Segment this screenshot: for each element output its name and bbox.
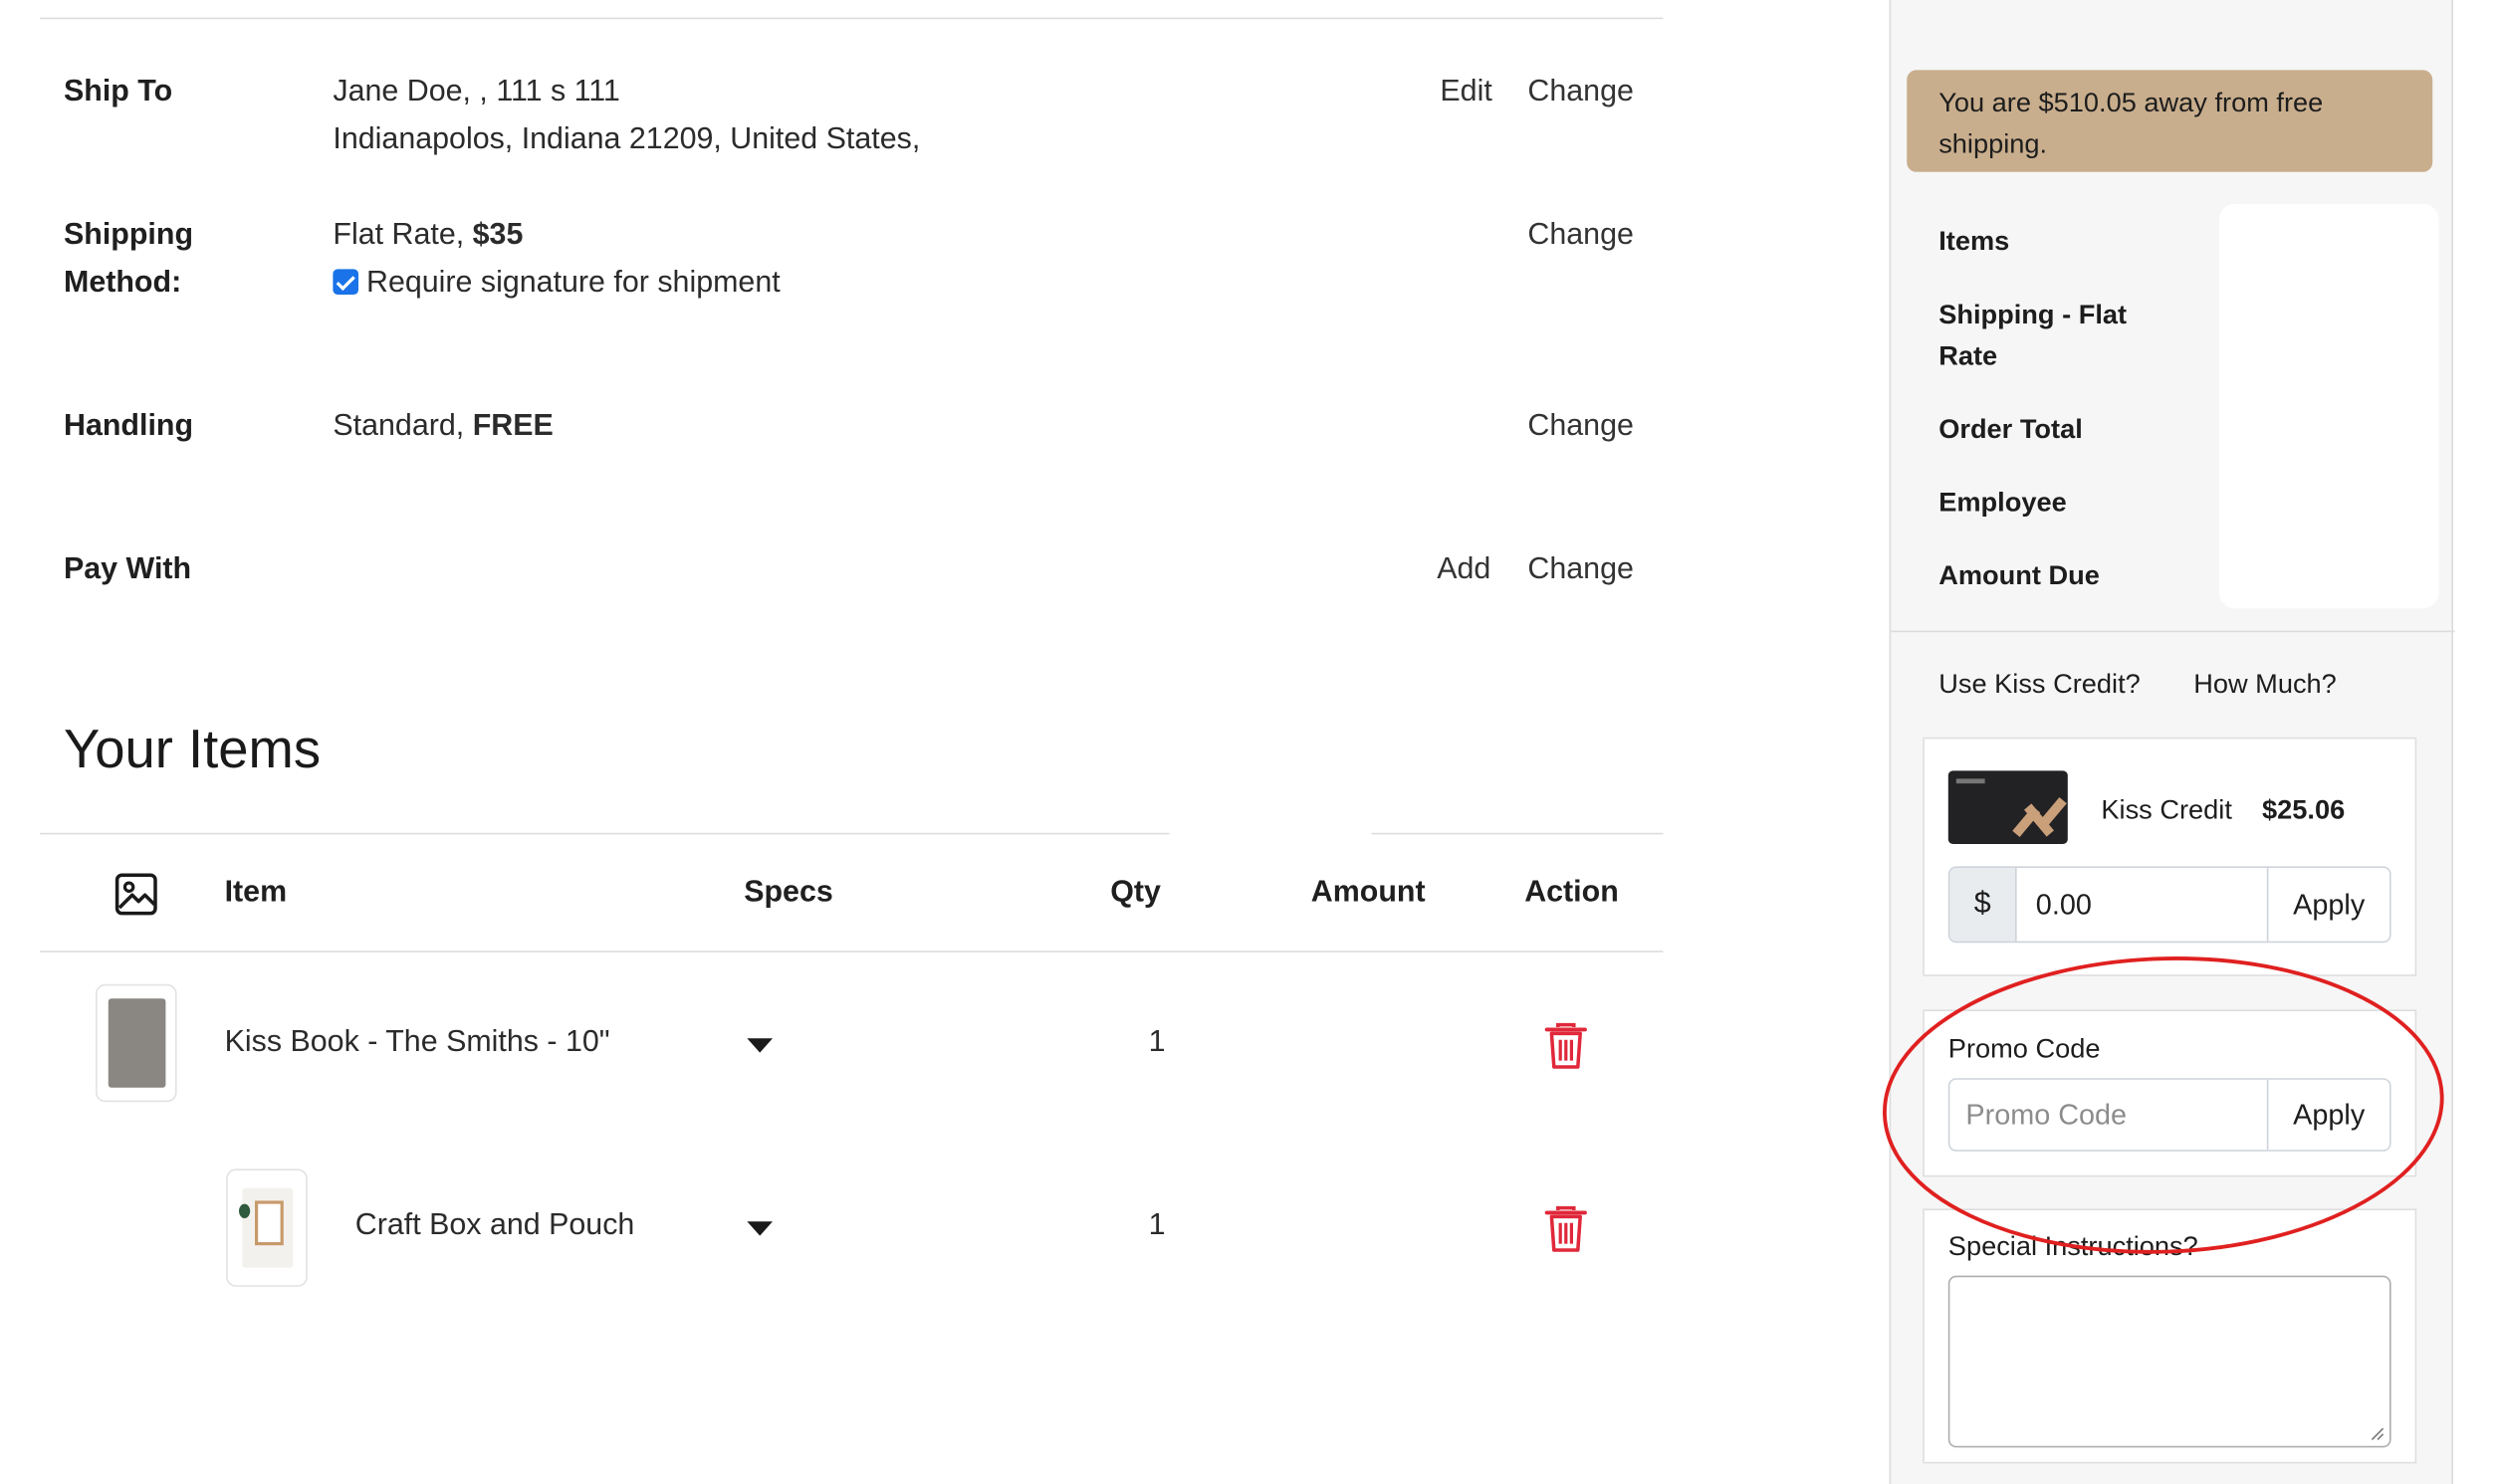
trash-icon[interactable] bbox=[1543, 1204, 1588, 1254]
item-name: Craft Box and Pouch bbox=[354, 1208, 635, 1242]
apply-credit-button[interactable]: Apply bbox=[2266, 868, 2389, 942]
shipping-method-price: $35 bbox=[472, 218, 524, 252]
item-qty: 1 bbox=[1148, 1025, 1166, 1059]
item-qty: 1 bbox=[1148, 1208, 1166, 1242]
change-payment-link[interactable]: Change bbox=[1527, 546, 1634, 594]
column-header-qty: Qty bbox=[1110, 876, 1161, 910]
free-shipping-banner: You are $510.05 away from free shipping. bbox=[1907, 70, 2433, 172]
summary-shipping-label-2: Rate bbox=[1938, 340, 1998, 371]
ship-to-line1: Jane Doe, , 111 s 111 bbox=[333, 75, 620, 108]
change-handling-link[interactable]: Change bbox=[1527, 403, 1634, 451]
shipping-method-name: Flat Rate, bbox=[333, 218, 465, 252]
change-shipping-method-link[interactable]: Change bbox=[1527, 212, 1634, 260]
item-name: Kiss Book - The Smiths - 10" bbox=[224, 1025, 610, 1059]
resize-handle-icon[interactable] bbox=[2369, 1425, 2385, 1441]
image-column-icon bbox=[114, 873, 157, 916]
shipping-method-value: Flat Rate, $35 bbox=[333, 212, 523, 260]
promo-code-input[interactable]: Promo Code bbox=[1965, 1080, 2127, 1150]
special-instructions-textarea[interactable] bbox=[1947, 1275, 2391, 1448]
special-instructions-label: Special Instructions? bbox=[1947, 1230, 2198, 1262]
item-thumbnail bbox=[96, 983, 177, 1103]
credit-card-image bbox=[1947, 770, 2068, 844]
specs-dropdown-caret[interactable] bbox=[747, 1221, 773, 1236]
checkout-page: Ship To Jane Doe, , 111 s 111 Indianapol… bbox=[0, 0, 2461, 1484]
specs-dropdown-caret[interactable] bbox=[747, 1038, 773, 1053]
summary-shipping-label-1: Shipping - Flat bbox=[1938, 299, 2128, 330]
shipping-method-label-2: Method: bbox=[64, 266, 182, 300]
handling-value: Standard, FREE bbox=[333, 403, 553, 451]
column-header-amount: Amount bbox=[1310, 876, 1426, 910]
summary-values-panel bbox=[2218, 203, 2439, 609]
ship-to-label: Ship To bbox=[64, 75, 173, 108]
handling-name: Standard, bbox=[333, 409, 465, 443]
currency-addon: $ bbox=[1949, 868, 2017, 942]
promo-code-group: Promo Code Apply bbox=[1947, 1078, 2391, 1152]
signature-checkbox[interactable] bbox=[333, 269, 358, 295]
column-header-specs: Specs bbox=[744, 876, 833, 910]
book-image bbox=[108, 998, 166, 1088]
edit-ship-to-link[interactable]: Edit bbox=[1440, 69, 1491, 116]
table-body-divider bbox=[40, 951, 1664, 953]
item-thumbnail bbox=[226, 1168, 308, 1287]
summary-items-label: Items bbox=[1938, 226, 2010, 257]
how-much-label: How Much? bbox=[2193, 669, 2337, 700]
table-header-divider-right bbox=[1371, 832, 1664, 835]
column-header-action: Action bbox=[1524, 876, 1619, 910]
ship-to-line2: Indianapolos, Indiana 21209, United Stat… bbox=[333, 122, 921, 156]
summary-amount-due-label: Amount Due bbox=[1938, 560, 2100, 591]
use-kiss-credit-label: Use Kiss Credit? bbox=[1938, 669, 2141, 700]
sidebar-divider bbox=[1891, 630, 2455, 633]
column-header-item: Item bbox=[224, 876, 288, 910]
promo-code-label: Promo Code bbox=[1947, 1033, 2101, 1064]
handling-label: Handling bbox=[64, 409, 194, 443]
your-items-heading: Your Items bbox=[64, 720, 322, 780]
summary-order-total-label: Order Total bbox=[1938, 414, 2083, 445]
craft-box-image bbox=[239, 1187, 294, 1268]
signature-label: Require signature for shipment bbox=[366, 266, 781, 300]
kiss-credit-balance: $25.06 bbox=[2262, 794, 2346, 825]
add-payment-link[interactable]: Add bbox=[1437, 546, 1490, 594]
kiss-credit-label: Kiss Credit bbox=[2101, 794, 2232, 825]
credit-amount-input[interactable]: 0.00 bbox=[2036, 868, 2092, 942]
signature-option[interactable]: Require signature for shipment bbox=[333, 260, 781, 308]
top-divider bbox=[40, 17, 1664, 20]
table-header-divider-left bbox=[40, 832, 1170, 835]
trash-icon[interactable] bbox=[1543, 1021, 1588, 1071]
shipping-method-label-1: Shipping bbox=[64, 218, 194, 252]
pay-with-label: Pay With bbox=[64, 552, 192, 586]
summary-employee-label: Employee bbox=[1938, 487, 2067, 518]
apply-promo-button[interactable]: Apply bbox=[2266, 1079, 2389, 1151]
handling-price: FREE bbox=[472, 409, 554, 443]
credit-amount-group: $ 0.00 Apply bbox=[1947, 866, 2391, 944]
change-ship-to-link[interactable]: Change bbox=[1527, 69, 1634, 116]
